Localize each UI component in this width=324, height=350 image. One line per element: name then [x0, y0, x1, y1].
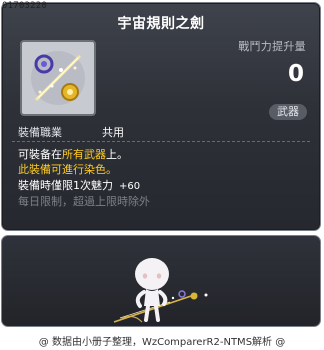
- item-icon-frame: [20, 40, 96, 116]
- footer-credit: @ 数据由小册子整理，WzComparerR2-NTMS解析 @: [38, 337, 286, 348]
- job-label: 裝備職業: [18, 126, 62, 139]
- cosmic-sword-icon: [31, 51, 85, 105]
- charm-value: +60: [119, 181, 141, 192]
- equip-slot-suffix: 上。: [106, 148, 128, 161]
- divider: [12, 141, 310, 142]
- item-title: 宇宙規則之劍: [117, 16, 205, 32]
- dye-line: 此裝備可進行染色。: [18, 163, 117, 176]
- charm-text: 裝備時僅限1次魅力: [18, 179, 113, 192]
- equip-slot-prefix: 可裝备在: [18, 148, 62, 161]
- attack-increase-label: 戰鬥力提升量: [238, 40, 306, 53]
- job-value: 共用: [102, 126, 124, 139]
- equip-slot-highlight: 所有武器: [62, 148, 106, 161]
- item-tooltip: 宇宙規則之劍 戰鬥力提升量 0 武器 裝備職業 共用 可裝备在所有武器上。 此裝…: [1, 2, 321, 231]
- equip-slot-line: 可裝备在所有武器上。: [18, 146, 128, 162]
- category-badge: 武器: [269, 104, 307, 120]
- attack-increase-value: 0: [287, 61, 304, 87]
- character-preview: [113, 258, 208, 323]
- daily-limit-line: 每日限制，超過上限時除外: [18, 195, 150, 208]
- item-id: 01703220: [2, 1, 47, 11]
- charm-line: 裝備時僅限1次魅力 +60: [18, 177, 140, 193]
- character-preview-panel: [1, 235, 321, 327]
